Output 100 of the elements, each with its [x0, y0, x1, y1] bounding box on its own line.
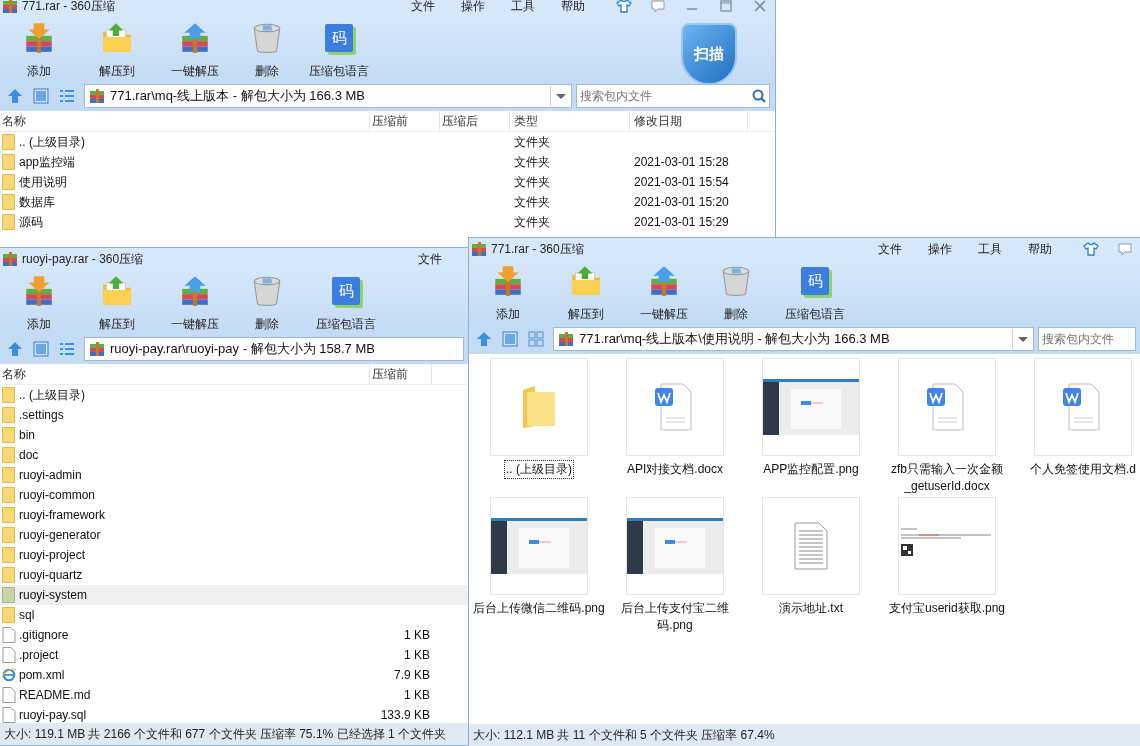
chat-bubble-icon[interactable]	[650, 0, 666, 14]
toolbar-button[interactable]: 解压到	[86, 17, 148, 80]
close-button[interactable]	[752, 0, 768, 14]
archive-app-icon	[2, 251, 18, 267]
toolbar-button[interactable]: 解压到	[86, 270, 148, 333]
file-row[interactable]: doc	[0, 445, 468, 465]
up-arrow-icon[interactable]	[6, 340, 24, 358]
up-arrow-icon[interactable]	[475, 330, 493, 348]
file-name: doc	[19, 448, 39, 462]
folder-icon	[2, 214, 16, 230]
file-row[interactable]: sql	[0, 605, 468, 625]
menu-item[interactable]: 工具	[972, 240, 1008, 258]
thumbnail-frame[interactable]	[762, 358, 860, 456]
menu-item[interactable]: 文件	[405, 0, 441, 15]
folder-icon	[2, 174, 16, 190]
code-tile-icon: 码	[801, 267, 829, 295]
toolbar-button[interactable]: 删除	[236, 17, 298, 80]
file-name[interactable]: zfb只需输入一次金额_getuserId.docx	[880, 460, 1014, 496]
file-name[interactable]: 支付宝userid获取.png	[880, 599, 1014, 618]
up-arrow-icon[interactable]	[6, 87, 24, 105]
thumbnail-frame[interactable]	[490, 497, 588, 595]
toolbar-button[interactable]: 添加	[8, 17, 70, 80]
file-row[interactable]: README.md 1 KB	[0, 685, 468, 705]
file-name[interactable]: 个人免签使用文档.d	[1016, 460, 1140, 479]
menu-item[interactable]: 操作	[922, 240, 958, 258]
word-document-icon	[655, 382, 695, 432]
file-row[interactable]: 数据库 文件夹 2021-03-01 15:20	[0, 192, 775, 212]
thumbnail-frame[interactable]	[626, 497, 724, 595]
column-header[interactable]: 名称	[0, 364, 370, 384]
column-header[interactable]: 压缩后	[440, 111, 510, 131]
toolbar-button[interactable]: 码 压缩包语言	[308, 17, 370, 80]
address-field[interactable]: 771.rar\mq-线上版本\使用说明 - 解包大小为 166.3 MB	[553, 327, 1034, 351]
shirt-icon[interactable]	[1083, 241, 1099, 257]
menu-item[interactable]: 帮助	[1022, 240, 1058, 258]
file-row[interactable]: pom.xml 7.9 KB	[0, 665, 468, 685]
file-row[interactable]: ruoyi-common	[0, 485, 468, 505]
menu-item[interactable]: 文件	[872, 240, 908, 258]
toolbar-button[interactable]: 添加	[8, 270, 70, 333]
file-name[interactable]: 演示地址.txt	[744, 599, 878, 618]
thumbnail-frame[interactable]	[898, 497, 996, 595]
file-row[interactable]: 源码 文件夹 2021-03-01 15:29	[0, 212, 775, 232]
address-field[interactable]: 771.rar\mq-线上版本 - 解包大小为 166.3 MB	[84, 84, 572, 108]
file-row[interactable]: ruoyi-pay.sql 133.9 KB	[0, 705, 468, 723]
file-row[interactable]: ruoyi-system	[0, 585, 468, 605]
file-name[interactable]: 后台上传微信二维码.png	[472, 599, 606, 618]
file-row[interactable]: bin	[0, 425, 468, 445]
column-header[interactable]: 压缩前	[370, 111, 440, 131]
toolbar-button[interactable]: 一键解压	[164, 17, 226, 80]
window-view-icon[interactable]	[32, 87, 50, 105]
toolbar-button[interactable]: 删除	[705, 260, 767, 323]
toolbar-button[interactable]: 添加	[477, 260, 539, 323]
toolbar-button[interactable]: 一键解压	[633, 260, 695, 323]
window-view-icon[interactable]	[501, 330, 519, 348]
file-row[interactable]: ruoyi-project	[0, 545, 468, 565]
file-name[interactable]: APP监控配置.png	[744, 460, 878, 479]
file-row[interactable]: ruoyi-quartz	[0, 565, 468, 585]
search-field[interactable]: 搜索包内文件	[576, 84, 770, 108]
table-cell: 1 KB	[404, 688, 430, 702]
search-field[interactable]: 搜索包内文件	[1038, 327, 1136, 351]
list-view-icon[interactable]	[58, 340, 76, 358]
menu-item[interactable]: 工具	[505, 0, 541, 15]
file-row[interactable]: ruoyi-framework	[0, 505, 468, 525]
file-name[interactable]: API对接文档.docx	[608, 460, 742, 479]
file-name[interactable]: .. (上级目录)	[504, 460, 574, 479]
column-header[interactable]: 压缩前	[370, 364, 432, 384]
thumbnail-frame[interactable]	[762, 497, 860, 595]
file-row[interactable]: app监控端 文件夹 2021-03-01 15:28	[0, 152, 775, 172]
toolbar-button[interactable]: 码 压缩包语言	[777, 260, 853, 323]
toolbar-button[interactable]: 码 压缩包语言	[308, 270, 384, 333]
file-row[interactable]: .settings	[0, 405, 468, 425]
thumbnail-frame[interactable]	[1034, 358, 1132, 456]
shirt-icon[interactable]	[616, 0, 632, 14]
menu-item[interactable]: 操作	[455, 0, 491, 15]
column-header[interactable]: 名称	[0, 111, 370, 131]
window-title: ruoyi-pay.rar - 360压缩	[22, 250, 144, 268]
file-row[interactable]: .project 1 KB	[0, 645, 468, 665]
file-row[interactable]: 使用说明 文件夹 2021-03-01 15:54	[0, 172, 775, 192]
toolbar-button[interactable]: 删除	[236, 270, 298, 333]
list-view-icon[interactable]	[58, 87, 76, 105]
search-icon[interactable]	[751, 88, 767, 104]
chat-bubble-icon[interactable]	[1117, 241, 1133, 257]
file-row[interactable]: .. (上级目录) 文件夹	[0, 132, 775, 152]
file-row[interactable]: ruoyi-generator	[0, 525, 468, 545]
file-row[interactable]: .. (上级目录)	[0, 385, 468, 405]
maximize-button[interactable]	[718, 0, 734, 14]
menu-item[interactable]: 文件	[412, 250, 448, 268]
thumbnail-frame[interactable]	[490, 358, 588, 456]
window-view-icon[interactable]	[32, 340, 50, 358]
grid-view-icon[interactable]	[527, 330, 545, 348]
toolbar-button[interactable]: 解压到	[555, 260, 617, 323]
menu-item[interactable]: 帮助	[555, 0, 591, 15]
file-name[interactable]: 后台上传支付宝二维码.png	[608, 599, 742, 635]
scan-shield-button[interactable]: 扫描	[681, 23, 737, 85]
address-field[interactable]: ruoyi-pay.rar\ruoyi-pay - 解包大小为 158.7 MB	[84, 337, 464, 361]
thumbnail-frame[interactable]	[626, 358, 724, 456]
thumbnail-frame[interactable]	[898, 358, 996, 456]
file-name: README.md	[19, 688, 91, 702]
file-row[interactable]: ruoyi-admin	[0, 465, 468, 485]
toolbar-button[interactable]: 一键解压	[164, 270, 226, 333]
file-row[interactable]: .gitignore 1 KB	[0, 625, 468, 645]
